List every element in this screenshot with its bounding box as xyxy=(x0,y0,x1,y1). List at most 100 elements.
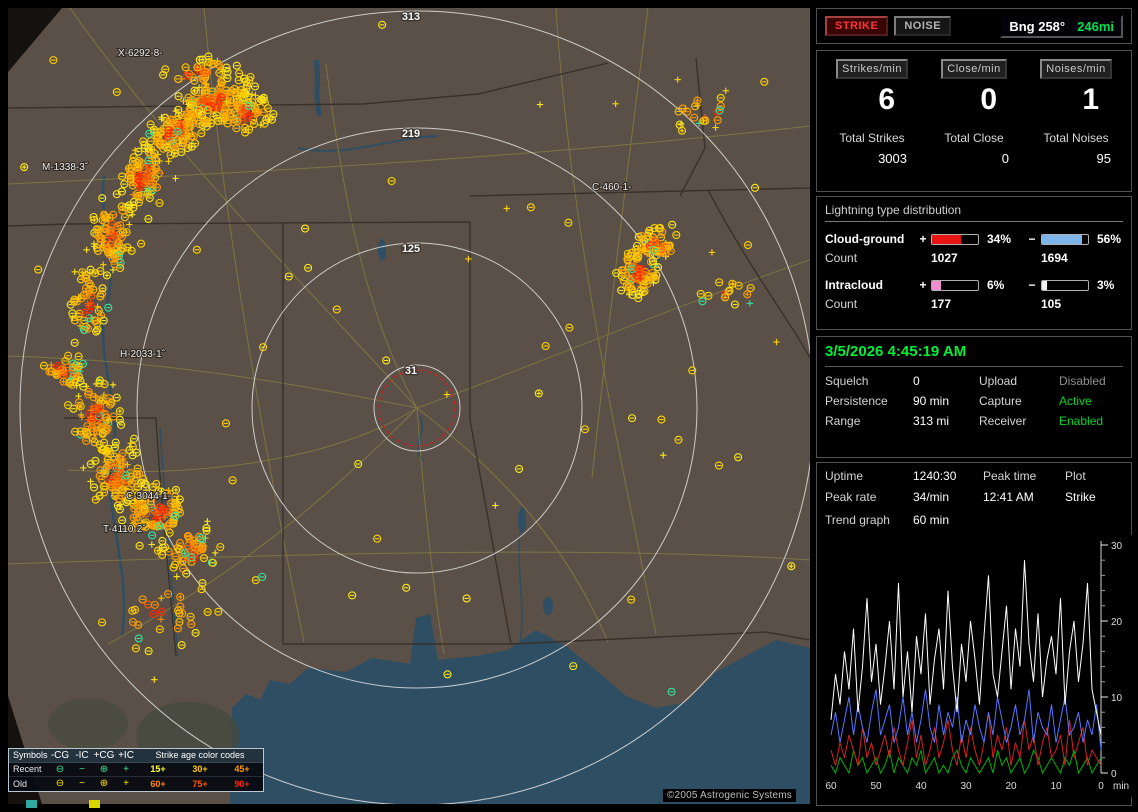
svg-text:313: 313 xyxy=(402,11,420,23)
peak-time-label: Peak time xyxy=(983,469,1065,483)
intracloud-row: Intracloud + 6% − 3% xyxy=(825,276,1123,294)
copyright-text: ©2005 Astrogenic Systems xyxy=(663,789,796,802)
bearing-indicator: Bng 258° 246mi xyxy=(1000,15,1123,38)
svg-text:0: 0 xyxy=(1111,769,1117,780)
ic-minus-count: 105 xyxy=(1041,297,1093,311)
strikes-per-min-button[interactable]: Strikes/min xyxy=(836,59,908,79)
squelch-label: Squelch xyxy=(825,374,913,388)
noises-per-min-button[interactable]: Noises/min xyxy=(1040,59,1111,79)
map-legend: Symbols-CG-IC+CG+ICStrike age color code… xyxy=(8,748,264,792)
ic-plus-percent: 6% xyxy=(983,278,1023,292)
svg-text:0: 0 xyxy=(1098,781,1104,792)
session-panel: Uptime 1240:30 Peak time Plot Peak rate … xyxy=(816,462,1132,806)
ic-plus-gauge xyxy=(931,280,979,291)
squelch-value: 0 xyxy=(913,374,979,388)
cg-plus-percent: 34% xyxy=(983,232,1023,246)
receiver-label: Receiver xyxy=(979,414,1059,428)
trend-graph: 01020306050403020100min xyxy=(825,535,1135,797)
legend-row-old: Old⊖−⊕+60+75+90+ xyxy=(9,777,263,791)
uptime-value: 1240:30 xyxy=(913,469,983,483)
trend-window-value: 60 min xyxy=(913,513,1123,527)
cg-minus-percent: 56% xyxy=(1093,232,1133,246)
strikes-column: Strikes/min 6 Total Strikes 3003 xyxy=(825,57,919,166)
signal-toolbar: STRIKE NOISE Bng 258° 246mi xyxy=(816,8,1132,44)
persistence-label: Persistence xyxy=(825,394,913,408)
lightning-distribution: Lightning type distribution Cloud-ground… xyxy=(816,196,1132,330)
bearing-value: Bng 258° xyxy=(1009,19,1065,34)
strikes-per-min-value: 6 xyxy=(825,83,919,125)
intracloud-counts: Count 177 105 xyxy=(825,294,1123,314)
svg-text:C-460-1-: C-460-1- xyxy=(592,182,631,193)
map-display[interactable]: 313 219 125 31 X-6292-8- M-1338-3ˇ C-460-1- H-… xyxy=(8,8,810,804)
svg-text:125: 125 xyxy=(402,243,420,255)
svg-text:H-2033-1ˆ: H-2033-1ˆ xyxy=(120,348,166,360)
total-noises-value: 95 xyxy=(1029,151,1123,166)
svg-text:31: 31 xyxy=(405,365,417,377)
lightning-map[interactable]: 313 219 125 31 X-6292-8- M-1338-3ˇ C-460-1- H-… xyxy=(8,8,810,804)
svg-text:50: 50 xyxy=(870,781,882,792)
cg-plus-gauge xyxy=(931,234,979,245)
svg-text:M-1338-3ˇ: M-1338-3ˇ xyxy=(42,161,89,173)
noises-per-min-value: 1 xyxy=(1029,83,1123,125)
svg-text:219: 219 xyxy=(402,128,420,140)
noise-button[interactable]: NOISE xyxy=(894,16,951,36)
range-value: 313 mi xyxy=(913,414,979,428)
status-panel: 3/5/2026 4:45:19 AM Squelch 0 Upload Dis… xyxy=(816,336,1132,458)
cloud-ground-label: Cloud-ground xyxy=(825,232,915,246)
legend-header: Symbols-CG-IC+CG+ICStrike age color code… xyxy=(9,749,263,763)
total-close-label: Total Close xyxy=(927,131,1021,145)
ic-plus-count: 177 xyxy=(931,297,983,311)
ic-minus-percent: 3% xyxy=(1093,278,1133,292)
trend-graph-label: Trend graph xyxy=(825,513,913,527)
ic-minus-gauge xyxy=(1041,280,1089,291)
dock-swatch-yellow xyxy=(89,800,100,808)
svg-text:X-6292-8-: X-6292-8- xyxy=(118,48,162,59)
cg-minus-gauge xyxy=(1041,234,1089,245)
cloud-ground-counts: Count 1027 1694 xyxy=(825,248,1123,268)
svg-text:30: 30 xyxy=(1111,541,1123,552)
plot-value: Strike xyxy=(1065,490,1123,504)
svg-text:C-3044-1-: C-3044-1- xyxy=(126,491,171,502)
strike-button[interactable]: STRIKE xyxy=(825,16,888,36)
count-label: Count xyxy=(825,297,915,311)
plus-sign: + xyxy=(915,232,931,246)
bearing-distance: 246mi xyxy=(1077,19,1114,34)
receiver-status: Enabled xyxy=(1059,414,1123,428)
minus-sign: − xyxy=(1023,278,1041,292)
peak-rate-value: 34/min xyxy=(913,490,983,504)
svg-text:10: 10 xyxy=(1111,693,1123,704)
svg-text:40: 40 xyxy=(915,781,927,792)
total-strikes-label: Total Strikes xyxy=(825,131,919,145)
svg-text:T-4110-2ˇ: T-4110-2ˇ xyxy=(103,523,146,535)
total-strikes-value: 3003 xyxy=(825,151,919,166)
cg-minus-count: 1694 xyxy=(1041,251,1093,265)
peak-time-value: 12:41 AM xyxy=(983,490,1065,504)
close-per-min-button[interactable]: Close/min xyxy=(941,59,1006,79)
count-label: Count xyxy=(825,251,915,265)
capture-status: Active xyxy=(1059,394,1123,408)
persistence-value: 90 min xyxy=(913,394,979,408)
control-panel: STRIKE NOISE Bng 258° 246mi Strikes/min … xyxy=(816,0,1133,812)
legend-row-recent: Recent⊖−⊕+15+30+45+ xyxy=(9,763,263,777)
dock-swatch-teal xyxy=(26,800,37,808)
distribution-title: Lightning type distribution xyxy=(825,203,1123,222)
close-per-min-value: 0 xyxy=(927,83,1021,125)
cg-plus-count: 1027 xyxy=(931,251,983,265)
noises-column: Noises/min 1 Total Noises 95 xyxy=(1029,57,1123,166)
upload-status: Disabled xyxy=(1059,374,1123,388)
total-noises-label: Total Noises xyxy=(1029,131,1123,145)
peak-rate-label: Peak rate xyxy=(825,490,913,504)
swamp-patch xyxy=(48,698,128,750)
svg-text:30: 30 xyxy=(960,781,972,792)
svg-text:20: 20 xyxy=(1111,617,1123,628)
svg-text:min: min xyxy=(1113,781,1129,792)
total-close-value: 0 xyxy=(927,151,1021,166)
plus-sign: + xyxy=(915,278,931,292)
datetime-display: 3/5/2026 4:45:19 AM xyxy=(825,343,1123,367)
minus-sign: − xyxy=(1023,232,1041,246)
rate-counters: Strikes/min 6 Total Strikes 3003 Close/m… xyxy=(816,50,1132,192)
cloud-ground-row: Cloud-ground + 34% − 56% xyxy=(825,230,1123,248)
close-column: Close/min 0 Total Close 0 xyxy=(927,57,1021,166)
upload-label: Upload xyxy=(979,374,1059,388)
svg-text:60: 60 xyxy=(825,781,837,792)
